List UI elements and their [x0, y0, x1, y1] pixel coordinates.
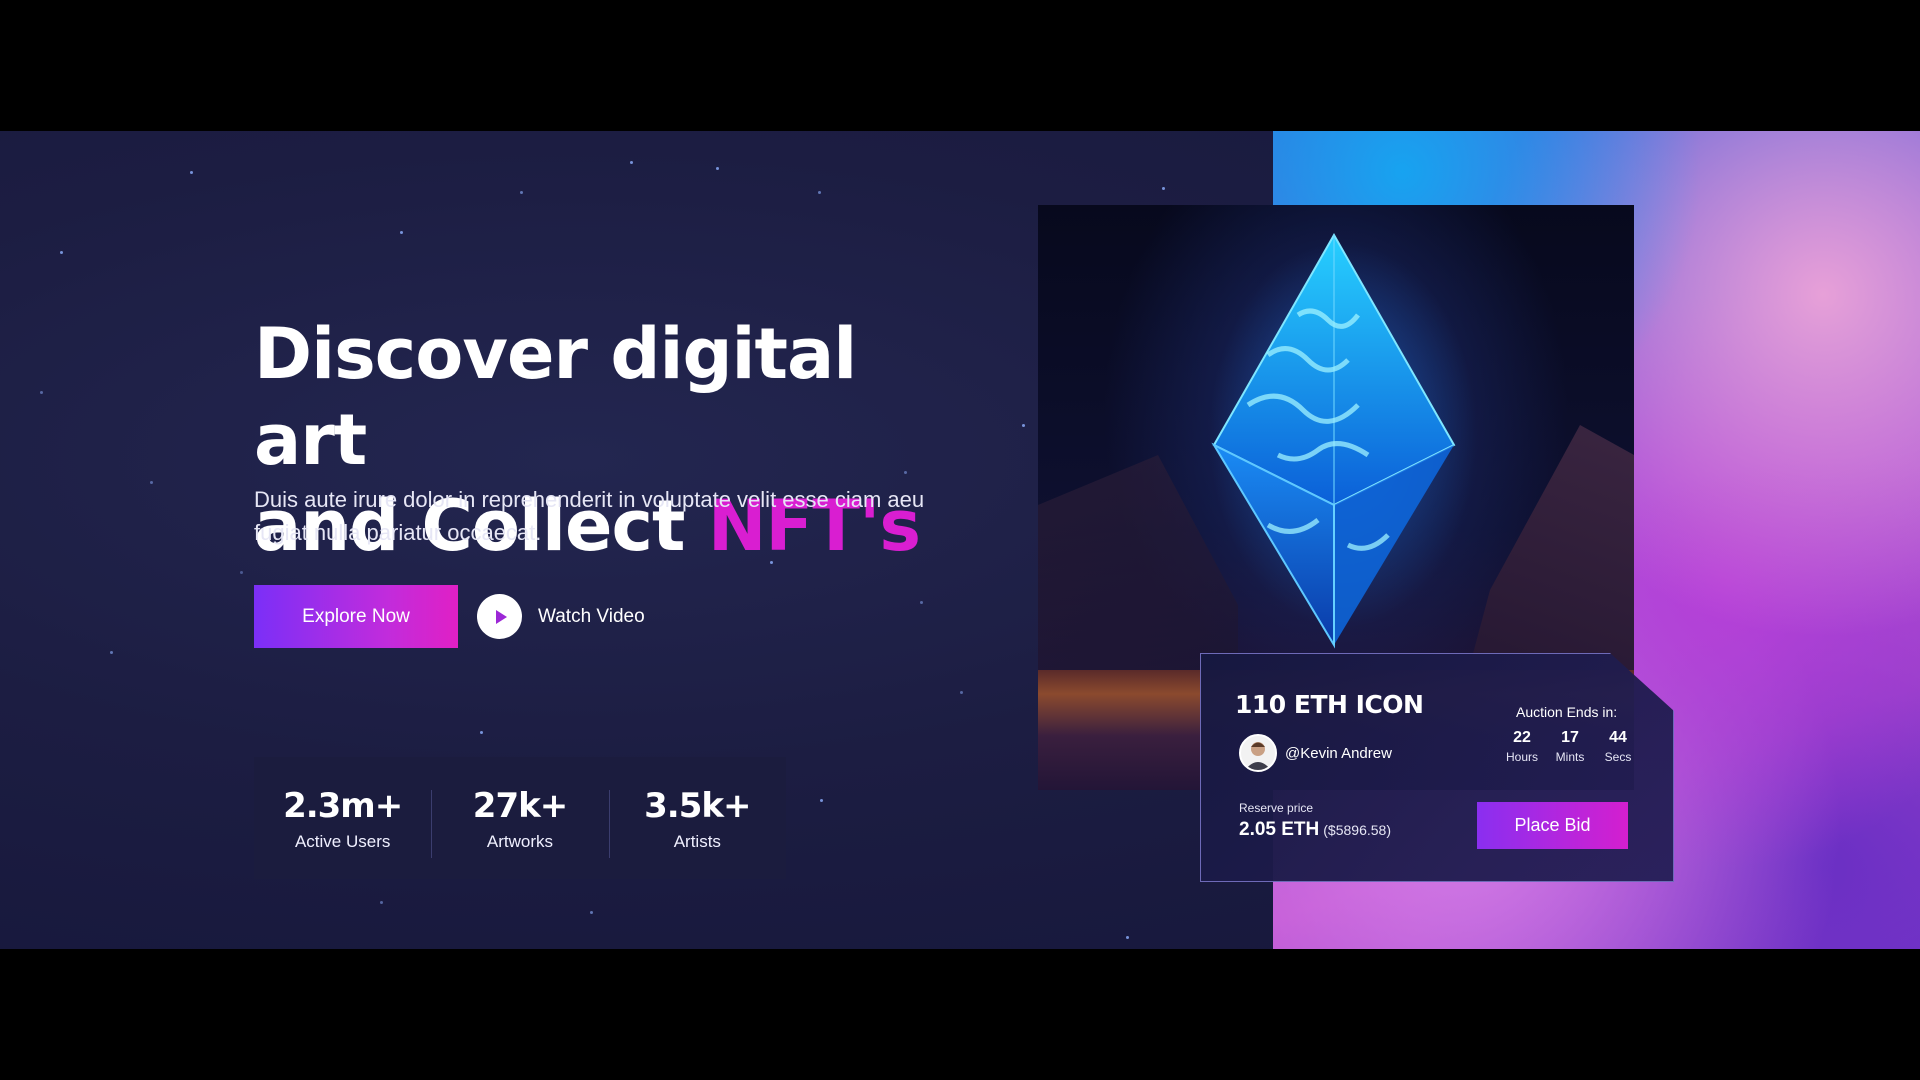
reserve-price-usd: ($5896.58): [1323, 822, 1391, 838]
hero-section: Discover digital art and Collect NFT's D…: [0, 131, 1920, 949]
stat-value: 2.3m+: [283, 786, 403, 826]
countdown-unit: Hours: [1505, 750, 1538, 764]
play-icon[interactable]: [477, 594, 522, 639]
countdown-hours: 22 Hours: [1498, 729, 1546, 764]
watch-video-button[interactable]: Watch Video: [477, 594, 645, 639]
creator-name[interactable]: @Kevin Andrew: [1285, 745, 1392, 762]
countdown-value: 17: [1561, 729, 1579, 746]
countdown-minutes: 17 Mints: [1546, 729, 1594, 764]
stat-value: 27k+: [472, 786, 568, 826]
stats-panel: 2.3m+ Active Users 27k+ Artworks 3.5k+ A…: [254, 757, 786, 879]
nft-title[interactable]: 110 ETH ICON: [1235, 690, 1424, 719]
watch-video-label[interactable]: Watch Video: [538, 606, 645, 628]
countdown-unit: Mints: [1555, 750, 1585, 764]
countdown-timer: 22 Hours 17 Mints 44 Secs: [1498, 729, 1642, 764]
creator-info[interactable]: @Kevin Andrew: [1239, 734, 1392, 772]
explore-now-button[interactable]: Explore Now: [254, 585, 458, 648]
place-bid-button[interactable]: Place Bid: [1477, 802, 1628, 849]
reserve-price-label: Reserve price: [1239, 801, 1314, 815]
reserve-price-eth: 2.05 ETH: [1239, 819, 1320, 840]
headline-line-1: Discover digital art: [254, 313, 857, 481]
countdown-value: 44: [1609, 729, 1627, 746]
letterbox-top: [0, 0, 1920, 131]
stat-artists: 3.5k+ Artists: [608, 784, 786, 858]
stat-active-users: 2.3m+ Active Users: [254, 784, 431, 852]
stat-value: 3.5k+: [644, 786, 751, 826]
countdown-value: 22: [1513, 729, 1531, 746]
letterbox-bottom: [0, 949, 1920, 1080]
reserve-price: 2.05 ETH ($5896.58): [1239, 819, 1391, 841]
stat-label: Active Users: [294, 832, 391, 851]
stat-label: Artists: [673, 832, 721, 851]
hero-subtitle: Duis aute irure dolor in reprehenderit i…: [254, 487, 925, 545]
countdown-seconds: 44 Secs: [1594, 729, 1642, 764]
stat-artworks: 27k+ Artworks: [431, 784, 608, 858]
auction-ends-label: Auction Ends in:: [1516, 704, 1618, 720]
countdown-unit: Secs: [1604, 750, 1632, 764]
person-icon: [1245, 742, 1271, 770]
avatar[interactable]: [1239, 734, 1277, 772]
stat-label: Artworks: [486, 832, 554, 851]
auction-card[interactable]: 110 ETH ICON @Kevin Andrew Auction Ends …: [1200, 653, 1674, 882]
